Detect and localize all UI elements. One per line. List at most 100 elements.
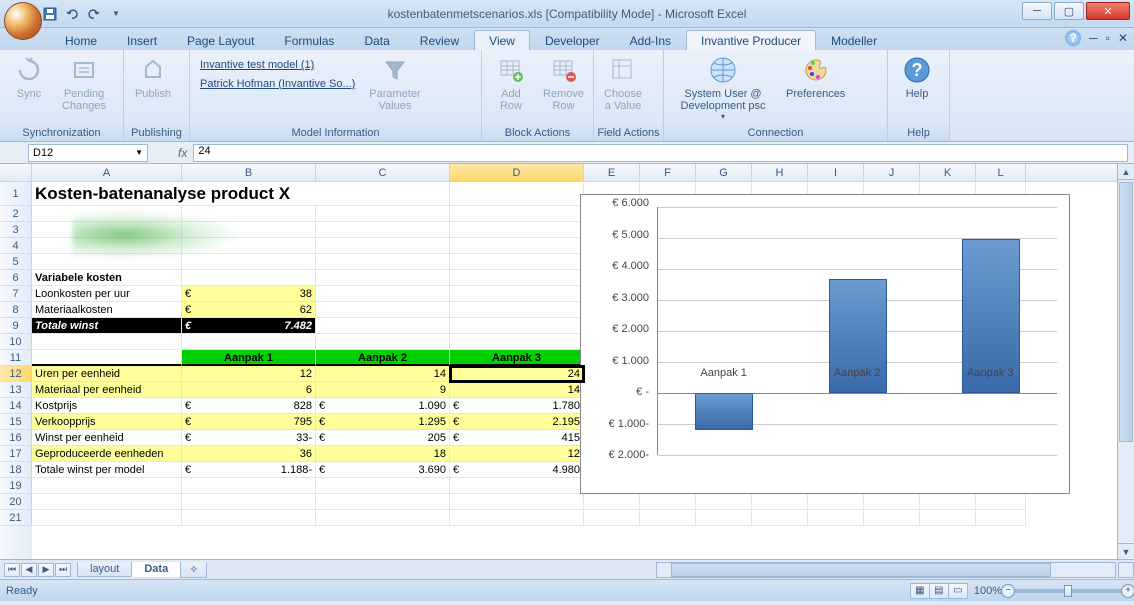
- row-header-14[interactable]: 14: [0, 398, 32, 414]
- tab-developer[interactable]: Developer: [530, 30, 615, 50]
- cell-c14[interactable]: €1.090: [316, 398, 450, 414]
- col-header-j[interactable]: J: [864, 164, 920, 181]
- cell-b12[interactable]: 12: [182, 366, 316, 382]
- name-box[interactable]: D12 ▼: [28, 144, 148, 162]
- row-header-1[interactable]: 1: [0, 182, 32, 206]
- select-all-button[interactable]: [0, 164, 32, 181]
- pending-changes-button[interactable]: Pending Changes: [56, 52, 112, 114]
- cell-a17[interactable]: Geproduceerde eenheden: [32, 446, 182, 462]
- row-header-5[interactable]: 5: [0, 254, 32, 270]
- horizontal-scrollbar[interactable]: [656, 562, 1116, 578]
- sync-button[interactable]: Sync: [4, 52, 54, 102]
- tab-formulas[interactable]: Formulas: [269, 30, 349, 50]
- row-header-13[interactable]: 13: [0, 382, 32, 398]
- row-header-19[interactable]: 19: [0, 478, 32, 494]
- col-header-k[interactable]: K: [920, 164, 976, 181]
- cell-b16[interactable]: €33-: [182, 430, 316, 446]
- col-header-c[interactable]: C: [316, 164, 450, 181]
- sheet-nav-first-icon[interactable]: ⏮: [4, 563, 20, 577]
- row-header-11[interactable]: 11: [0, 350, 32, 366]
- zoom-in-icon[interactable]: +: [1121, 584, 1134, 598]
- scroll-down-icon[interactable]: ▼: [1118, 543, 1134, 559]
- cell-b17[interactable]: 36: [182, 446, 316, 462]
- row-header-17[interactable]: 17: [0, 446, 32, 462]
- sheet-nav-last-icon[interactable]: ⏭: [55, 563, 71, 577]
- preferences-button[interactable]: Preferences: [780, 52, 851, 102]
- hscroll-thumb[interactable]: [671, 563, 1051, 577]
- zoom-slider[interactable]: − +: [1008, 589, 1128, 593]
- page-break-view-icon[interactable]: ▭: [948, 583, 968, 599]
- parameter-values-button[interactable]: Parameter Values: [363, 52, 426, 114]
- tab-page-layout[interactable]: Page Layout: [172, 30, 269, 50]
- col-header-g[interactable]: G: [696, 164, 752, 181]
- sheet-nav-next-icon[interactable]: ▶: [38, 563, 54, 577]
- row-header-21[interactable]: 21: [0, 510, 32, 526]
- tab-view[interactable]: View: [474, 30, 530, 50]
- publish-button[interactable]: Publish: [128, 52, 178, 102]
- cell-a1[interactable]: Kosten-batenanalyse product X: [32, 182, 450, 206]
- redo-icon[interactable]: [86, 6, 102, 22]
- col-header-d[interactable]: D: [450, 164, 584, 181]
- fx-icon[interactable]: fx: [178, 146, 187, 160]
- cell-b15[interactable]: €795: [182, 414, 316, 430]
- cell-a8[interactable]: Materiaalkosten: [32, 302, 182, 318]
- tab-insert[interactable]: Insert: [112, 30, 172, 50]
- col-header-i[interactable]: I: [808, 164, 864, 181]
- cell-c13[interactable]: 9: [316, 382, 450, 398]
- minimize-ribbon-icon[interactable]: ─: [1089, 31, 1098, 45]
- col-header-f[interactable]: F: [640, 164, 696, 181]
- cell-b9[interactable]: €7.482: [182, 318, 316, 334]
- minimize-button[interactable]: ─: [1022, 2, 1052, 20]
- cell-a12[interactable]: Uren per eenheid: [32, 366, 182, 382]
- row-header-18[interactable]: 18: [0, 462, 32, 478]
- user-name-link[interactable]: Patrick Hofman (Invantive So...): [200, 78, 355, 90]
- cell-d11[interactable]: Aanpak 3: [450, 350, 584, 366]
- add-row-button[interactable]: Add Row: [486, 52, 536, 114]
- cell-d17[interactable]: 12: [450, 446, 584, 462]
- cell-b13[interactable]: 6: [182, 382, 316, 398]
- tab-invantive-producer[interactable]: Invantive Producer: [686, 30, 816, 50]
- cell-b11[interactable]: Aanpak 1: [182, 350, 316, 366]
- zoom-level[interactable]: 100%: [974, 585, 1002, 597]
- cell-c18[interactable]: €3.690: [316, 462, 450, 478]
- tab-review[interactable]: Review: [405, 30, 474, 50]
- sheet-tab-data[interactable]: Data: [131, 562, 181, 577]
- namebox-dropdown-icon[interactable]: ▼: [135, 148, 143, 157]
- close-workbook-icon[interactable]: ✕: [1118, 31, 1128, 45]
- cell-d18[interactable]: €4.980: [450, 462, 584, 478]
- zoom-out-icon[interactable]: −: [1001, 584, 1015, 598]
- maximize-button[interactable]: ▢: [1054, 2, 1084, 20]
- page-layout-view-icon[interactable]: ▤: [929, 583, 949, 599]
- help-icon[interactable]: ?: [1065, 30, 1081, 46]
- sheet-tab-new-icon[interactable]: ✧: [180, 562, 207, 578]
- cell-d13[interactable]: 14: [450, 382, 584, 398]
- row-header-15[interactable]: 15: [0, 414, 32, 430]
- cell-d16[interactable]: €415: [450, 430, 584, 446]
- remove-row-button[interactable]: Remove Row: [538, 52, 589, 114]
- vscroll-thumb[interactable]: [1119, 182, 1133, 442]
- col-header-l[interactable]: L: [976, 164, 1026, 181]
- vertical-scrollbar[interactable]: ▲ ▼: [1117, 164, 1134, 559]
- model-name-link[interactable]: Invantive test model (1): [200, 59, 314, 71]
- cell-a7[interactable]: Loonkosten per uur: [32, 286, 182, 302]
- row-header-6[interactable]: 6: [0, 270, 32, 286]
- cell-b7[interactable]: €38: [182, 286, 316, 302]
- restore-window-icon[interactable]: ▫: [1106, 31, 1110, 45]
- cell-a18[interactable]: Totale winst per model: [32, 462, 182, 478]
- cell-a14[interactable]: Kostprijs: [32, 398, 182, 414]
- help-button[interactable]: ? Help: [892, 52, 942, 102]
- cell-b18[interactable]: €1.188-: [182, 462, 316, 478]
- row-header-8[interactable]: 8: [0, 302, 32, 318]
- tab-home[interactable]: Home: [50, 30, 112, 50]
- zoom-thumb[interactable]: [1064, 585, 1072, 597]
- cell-d12[interactable]: 24: [450, 366, 584, 382]
- col-header-e[interactable]: E: [584, 164, 640, 181]
- scroll-up-icon[interactable]: ▲: [1118, 164, 1134, 180]
- office-button[interactable]: [4, 2, 42, 40]
- system-user-button[interactable]: System User @ Development psc▾: [668, 52, 778, 123]
- qat-dropdown-icon[interactable]: ▼: [108, 6, 124, 22]
- cell-a6[interactable]: Variabele kosten: [32, 270, 182, 286]
- row-header-4[interactable]: 4: [0, 238, 32, 254]
- close-button[interactable]: ✕: [1086, 2, 1130, 20]
- cell-a13[interactable]: Materiaal per eenheid: [32, 382, 182, 398]
